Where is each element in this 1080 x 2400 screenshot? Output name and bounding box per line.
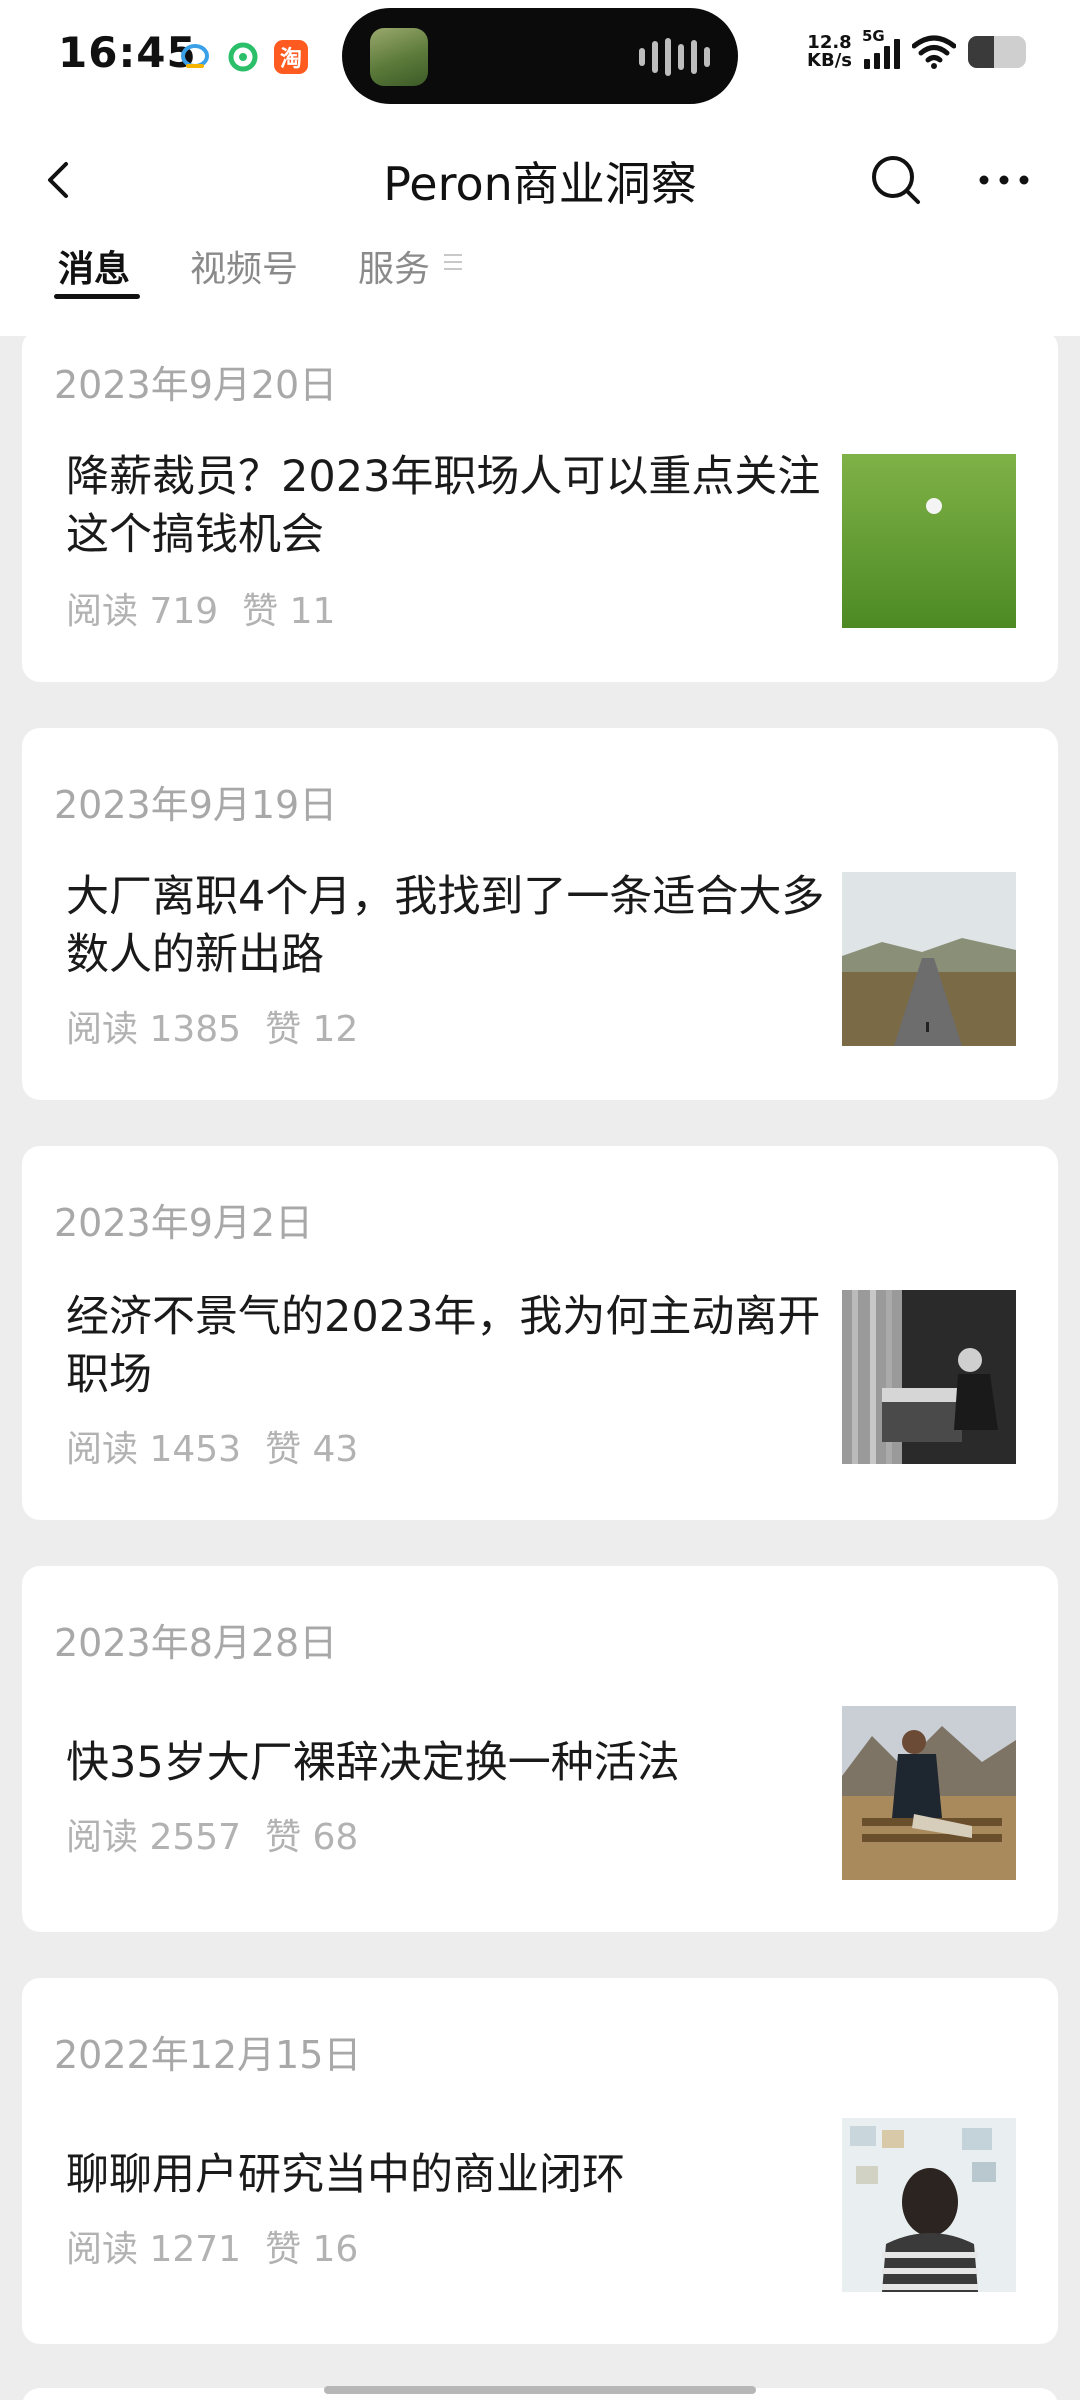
like-count: 赞 43	[265, 1429, 359, 1470]
article-title[interactable]: 快35岁大厂裸辞决定换一种活法	[66, 1734, 836, 1792]
battery-fill	[968, 36, 995, 68]
article-date: 2022年12月15日	[54, 2033, 362, 2077]
article-stats: 阅读 1385 赞 12	[66, 1000, 358, 1052]
more-dots-icon	[979, 175, 1029, 185]
network-speed: 12.8 KB/s	[807, 34, 852, 70]
article-stats: 阅读 1453 赞 43	[66, 1420, 358, 1472]
status-bar: 16:45 淘 12.8 KB/s 5G	[0, 0, 1080, 120]
taobao-icon: 淘	[274, 40, 308, 74]
article-thumbnail[interactable]	[842, 1706, 1016, 1880]
article-date: 2023年9月19日	[54, 783, 338, 827]
article-thumbnail[interactable]	[842, 1290, 1016, 1464]
read-count: 阅读 2557	[66, 1817, 242, 1858]
article-card[interactable]: 2023年8月28日 快35岁大厂裸辞决定换一种活法 阅读 2557 赞 68	[22, 1566, 1058, 1932]
phone-screen: 16:45 淘 12.8 KB/s 5G Peron商业洞察 消息 视频号 服务…	[0, 0, 1080, 2400]
search-button[interactable]	[864, 148, 928, 212]
status-indicators: 12.8 KB/s 5G	[807, 27, 1026, 70]
status-app-icons: 淘	[178, 40, 308, 74]
tab-services[interactable]: 服务	[358, 240, 430, 292]
article-title[interactable]: 聊聊用户研究当中的商业闭环	[66, 2146, 836, 2204]
network-type: 5G	[862, 27, 885, 45]
dynamic-island[interactable]	[342, 8, 738, 104]
article-title[interactable]: 降薪裁员？2023年职场人可以重点关注这个搞钱机会	[66, 448, 836, 564]
battery-icon	[968, 36, 1026, 68]
article-card[interactable]: 2023年9月19日 大厂离职4个月，我找到了一条适合大多数人的新出路 阅读 1…	[22, 728, 1058, 1100]
article-stats: 阅读 1271 赞 16	[66, 2220, 358, 2272]
article-thumbnail[interactable]	[842, 2118, 1016, 2292]
status-time: 16:45	[58, 28, 197, 77]
app-header: Peron商业洞察	[0, 120, 1080, 240]
read-count: 阅读 1271	[66, 2229, 242, 2270]
tab-messages[interactable]: 消息	[58, 240, 130, 292]
tab-bar: 消息 视频号 服务	[0, 240, 1080, 336]
qq-icon	[178, 40, 212, 74]
article-date: 2023年9月20日	[54, 363, 338, 407]
like-count: 赞 68	[265, 1817, 359, 1858]
article-card[interactable]: 2023年9月20日 降薪裁员？2023年职场人可以重点关注这个搞钱机会 阅读 …	[22, 330, 1058, 682]
like-count: 赞 12	[265, 1009, 359, 1050]
article-date: 2023年9月2日	[54, 1201, 314, 1245]
menu-lines-icon	[444, 254, 462, 274]
now-playing-thumbnail	[370, 28, 428, 86]
active-tab-indicator	[54, 294, 140, 299]
tab-channels[interactable]: 视频号	[190, 240, 298, 292]
network-speed-unit: KB/s	[807, 50, 852, 71]
search-icon	[872, 156, 920, 204]
article-title[interactable]: 经济不景气的2023年，我为何主动离开职场	[66, 1288, 836, 1404]
wifi-icon	[912, 35, 956, 69]
article-title[interactable]: 大厂离职4个月，我找到了一条适合大多数人的新出路	[66, 868, 836, 984]
more-button[interactable]	[972, 148, 1036, 212]
like-count: 赞 11	[242, 591, 336, 632]
like-count: 赞 16	[265, 2229, 359, 2270]
cellular-signal-icon: 5G	[862, 27, 900, 69]
article-thumbnail[interactable]	[842, 872, 1016, 1046]
article-thumbnail[interactable]	[842, 454, 1016, 628]
read-count: 阅读 719	[66, 591, 219, 632]
article-card[interactable]: 2022年12月15日 聊聊用户研究当中的商业闭环 阅读 1271 赞 16	[22, 1978, 1058, 2344]
audio-wave-icon	[639, 38, 710, 76]
article-stats: 阅读 719 赞 11	[66, 582, 335, 634]
read-count: 阅读 1385	[66, 1009, 242, 1050]
read-count: 阅读 1453	[66, 1429, 242, 1470]
article-date: 2023年8月28日	[54, 1621, 338, 1665]
home-indicator[interactable]	[324, 2386, 756, 2394]
article-stats: 阅读 2557 赞 68	[66, 1808, 358, 1860]
article-card[interactable]: 2023年9月2日 经济不景气的2023年，我为何主动离开职场 阅读 1453 赞…	[22, 1146, 1058, 1520]
wechat-mini-icon	[226, 40, 260, 74]
